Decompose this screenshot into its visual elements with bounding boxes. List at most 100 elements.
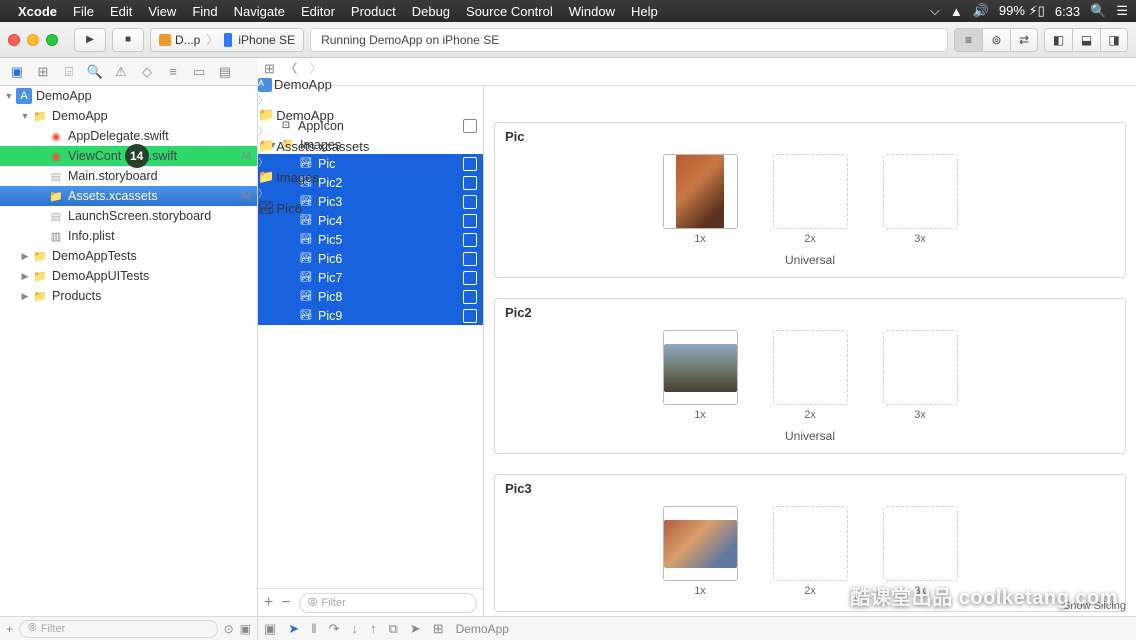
project-navigator[interactable]: ▼A DemoApp ▼📁DemoApp◉AppDelegate.swift◉V… bbox=[0, 86, 258, 616]
step-over-button[interactable]: ↷ bbox=[329, 621, 340, 637]
scheme-selector[interactable]: D...p 〉 iPhone SE bbox=[150, 28, 304, 52]
scm-filter-icon[interactable]: ▣ bbox=[240, 622, 251, 636]
nav-item-assets-xcassets[interactable]: 📁Assets.xcassetsM bbox=[0, 186, 257, 206]
battery-text: 99% ⚡︎▯ bbox=[999, 3, 1045, 19]
nav-item-info-plist[interactable]: ▥Info.plist bbox=[0, 226, 257, 246]
standard-editor-button[interactable]: ≡ bbox=[954, 28, 982, 52]
step-out-button[interactable]: ↑ bbox=[370, 621, 377, 636]
zoom-window-button[interactable] bbox=[46, 34, 58, 46]
debug-navigator-icon[interactable]: ≡ bbox=[160, 58, 186, 85]
close-window-button[interactable] bbox=[8, 34, 20, 46]
image-slot-1x[interactable]: 1x bbox=[663, 506, 738, 597]
simulate-location-button[interactable]: ➤ bbox=[410, 621, 421, 637]
nav-item-demoapp[interactable]: ▼📁DemoApp bbox=[0, 106, 257, 126]
menu-view[interactable]: View bbox=[148, 4, 176, 19]
group-label: Universal bbox=[505, 253, 1115, 267]
run-button[interactable] bbox=[74, 28, 106, 52]
thumb-image bbox=[664, 520, 737, 568]
related-items-icon[interactable]: ⊞ bbox=[264, 61, 275, 76]
swift-icon: ◉ bbox=[48, 148, 64, 164]
stop-button[interactable] bbox=[112, 28, 144, 52]
asset-item-pic8[interactable]: 🏞Pic8 bbox=[258, 287, 483, 306]
image-slot-1x[interactable]: 1x bbox=[663, 330, 738, 421]
plist-icon: ▥ bbox=[48, 228, 64, 244]
nav-item-demoappuitests[interactable]: ▶📁DemoAppUITests bbox=[0, 266, 257, 286]
spotlight-icon[interactable]: 🔍 bbox=[1090, 3, 1106, 19]
find-navigator-icon[interactable]: 🔍 bbox=[82, 58, 108, 85]
test-navigator-icon[interactable]: ◇ bbox=[134, 58, 160, 85]
image-slot-2x[interactable]: 2x bbox=[773, 330, 848, 421]
wifi-icon[interactable]: ▲ bbox=[950, 4, 963, 19]
minimize-window-button[interactable] bbox=[27, 34, 39, 46]
forward-button[interactable]: 〉 bbox=[309, 61, 322, 76]
nav-item-products[interactable]: ▶📁Products bbox=[0, 286, 257, 306]
menu-product[interactable]: Product bbox=[351, 4, 396, 19]
remove-asset-button[interactable]: − bbox=[281, 594, 290, 612]
asset-filter-field[interactable]: Filter bbox=[299, 593, 477, 613]
debug-target-label[interactable]: DemoApp bbox=[456, 622, 509, 636]
toggle-left-panel-button[interactable]: ◧ bbox=[1044, 28, 1072, 52]
menu-app[interactable]: Xcode bbox=[18, 4, 57, 19]
scheme-device-label: iPhone SE bbox=[238, 33, 295, 47]
asset-item-pic5[interactable]: 🏞Pic5 bbox=[258, 230, 483, 249]
assistant-editor-button[interactable]: ⊚ bbox=[982, 28, 1010, 52]
asset-item-pic9[interactable]: 🏞Pic9 bbox=[258, 306, 483, 325]
project-root[interactable]: ▼A DemoApp bbox=[0, 86, 257, 106]
process-icon: ⊞ bbox=[433, 621, 444, 637]
navigator-filter-field[interactable]: Filter bbox=[19, 620, 218, 638]
menu-window[interactable]: Window bbox=[569, 4, 615, 19]
debug-view-hierarchy-button[interactable]: ⧉ bbox=[388, 621, 397, 637]
report-navigator-icon[interactable]: ▤ bbox=[212, 58, 238, 85]
bluetooth-icon[interactable]: ⌵ bbox=[930, 3, 940, 19]
toggle-bottom-panel-button[interactable]: ⬓ bbox=[1072, 28, 1100, 52]
menu-file[interactable]: File bbox=[73, 4, 94, 19]
folder-icon: 📁 bbox=[32, 268, 48, 284]
menu-debug[interactable]: Debug bbox=[412, 4, 450, 19]
menu-help[interactable]: Help bbox=[631, 4, 658, 19]
set-badge-icon bbox=[463, 252, 477, 266]
card-title: Pic3 bbox=[505, 481, 1115, 496]
volume-icon[interactable]: 🔊 bbox=[973, 3, 989, 19]
menu-editor[interactable]: Editor bbox=[301, 4, 335, 19]
traffic-lights bbox=[8, 34, 58, 46]
menu-edit[interactable]: Edit bbox=[110, 4, 132, 19]
recent-filter-icon[interactable]: ⊙ bbox=[224, 622, 234, 636]
scm-status-badge: M bbox=[242, 190, 251, 202]
imageset-icon: 🏞 bbox=[298, 309, 314, 323]
jump-bar[interactable]: ⊞ 〈 〉 ADemoApp 〉 📁DemoApp 〉 📁Assets.xcas… bbox=[258, 58, 1136, 86]
hide-debug-button[interactable]: ▣ bbox=[264, 621, 276, 637]
menu-navigate[interactable]: Navigate bbox=[234, 4, 285, 19]
image-slot-3x[interactable]: 3x bbox=[883, 330, 958, 421]
card-title: Pic2 bbox=[505, 305, 1115, 320]
nav-item-demoapptests[interactable]: ▶📁DemoAppTests bbox=[0, 246, 257, 266]
asset-item-pic6[interactable]: 🏞Pic6 bbox=[258, 249, 483, 268]
image-slot-2x[interactable]: 2x bbox=[773, 506, 848, 597]
asset-item-pic7[interactable]: 🏞Pic7 bbox=[258, 268, 483, 287]
imageset-icon: 🏞 bbox=[298, 290, 314, 304]
asset-outline-footer: + − Filter bbox=[258, 588, 483, 616]
project-navigator-icon[interactable]: ▣ bbox=[4, 58, 30, 85]
step-in-button[interactable]: ↓ bbox=[351, 621, 358, 636]
notification-center-icon[interactable]: ☰ bbox=[1116, 3, 1128, 19]
source-control-navigator-icon[interactable]: ⊞ bbox=[30, 58, 56, 85]
menu-source-control[interactable]: Source Control bbox=[466, 4, 553, 19]
menu-find[interactable]: Find bbox=[192, 4, 217, 19]
pause-button[interactable]: ‖ bbox=[311, 621, 316, 636]
add-button[interactable]: + bbox=[6, 622, 13, 636]
nav-item-launchscreen-storyboard[interactable]: ▤LaunchScreen.storyboard bbox=[0, 206, 257, 226]
breakpoint-navigator-icon[interactable]: ▭ bbox=[186, 58, 212, 85]
clock[interactable]: 6:33 bbox=[1055, 4, 1080, 19]
back-button[interactable]: 〈 bbox=[285, 61, 298, 76]
version-editor-button[interactable]: ⇄ bbox=[1010, 28, 1038, 52]
symbol-navigator-icon[interactable]: ⌸ bbox=[56, 58, 82, 85]
nav-item-main-storyboard[interactable]: ▤Main.storyboard bbox=[0, 166, 257, 186]
nav-item-appdelegate-swift[interactable]: ◉AppDelegate.swift bbox=[0, 126, 257, 146]
breakpoints-button[interactable]: ➤ bbox=[288, 621, 299, 637]
add-asset-button[interactable]: + bbox=[264, 594, 273, 612]
scm-status-badge: M bbox=[242, 150, 251, 162]
nav-item-viewcont[interactable]: ◉ViewCont14.swiftM bbox=[0, 146, 257, 166]
issue-navigator-icon[interactable]: ⚠ bbox=[108, 58, 134, 85]
toggle-right-panel-button[interactable]: ◨ bbox=[1100, 28, 1128, 52]
folder-icon: 📁 bbox=[32, 108, 48, 124]
project-icon: A bbox=[16, 88, 32, 104]
